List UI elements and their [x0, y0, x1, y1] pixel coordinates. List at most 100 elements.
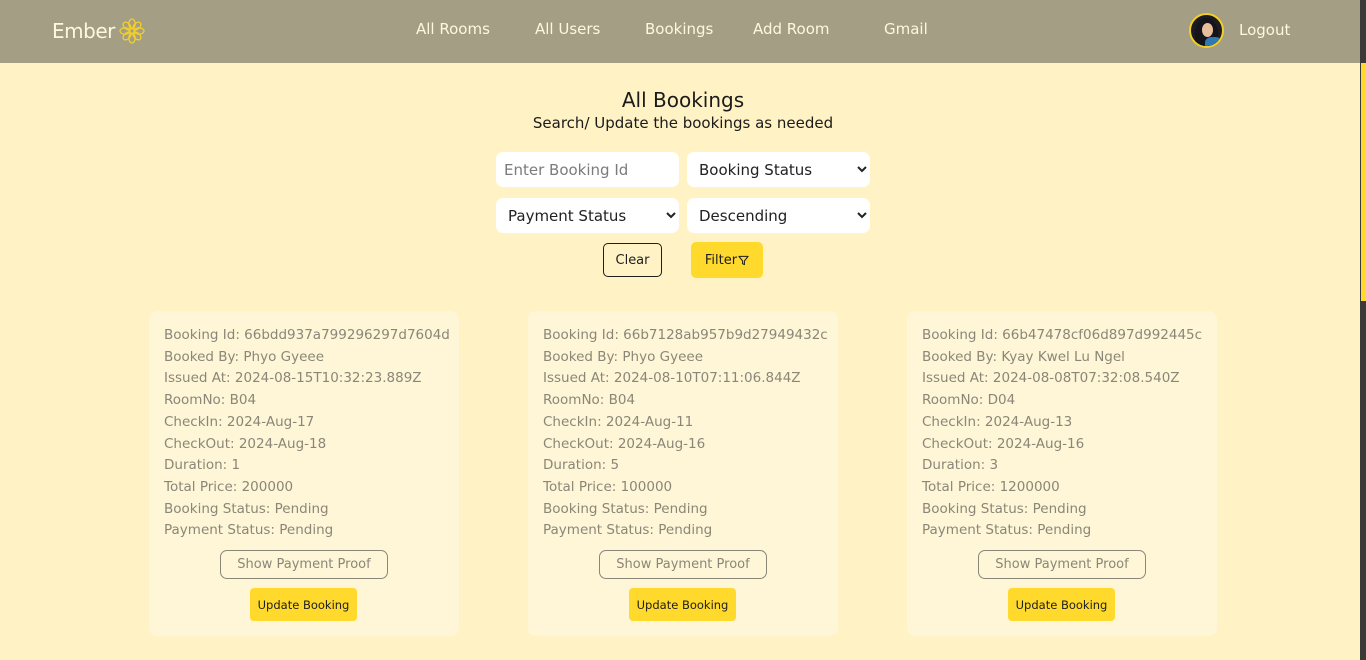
filter-button-label: Filter: [704, 252, 738, 268]
show-payment-proof-button[interactable]: Show Payment Proof: [599, 550, 767, 579]
booking-room-no-label: RoomNo:: [543, 392, 609, 409]
booking-booking-id-line: Booking Id: 66b47478cf06d897d992445c: [922, 327, 1202, 343]
booking-check-in-label: CheckIn:: [164, 413, 227, 430]
booking-issued-at-label: Issued At:: [922, 370, 993, 387]
booking-check-out-line: CheckOut: 2024-Aug-16: [543, 436, 705, 452]
booking-duration-line: Duration: 3: [922, 457, 998, 473]
booking-check-out-value: 2024-Aug-18: [238, 435, 327, 452]
booking-payment-status-label: Payment Status:: [543, 522, 659, 539]
mandala-flower-icon: [119, 18, 145, 44]
booking-issued-at-value: 2024-08-15T10:32:23.889Z: [234, 370, 422, 387]
booking-status-select[interactable]: Booking Status: [687, 152, 870, 187]
booking-room-no-line: RoomNo: B04: [164, 392, 256, 408]
booking-id-input[interactable]: [496, 152, 679, 187]
nav-bookings[interactable]: Bookings: [645, 20, 713, 38]
booking-booking-id-value: 66b7128ab957b9d27949432c: [623, 327, 828, 343]
booking-check-out-line: CheckOut: 2024-Aug-16: [922, 436, 1084, 452]
booking-booked-by-value: Kyay Kwel Lu Ngel: [1001, 348, 1125, 365]
booking-booking-id-value: 66bdd937a799296297d7604d: [244, 327, 450, 343]
nav-gmail[interactable]: Gmail: [884, 20, 928, 38]
show-payment-proof-button[interactable]: Show Payment Proof: [220, 550, 388, 579]
booking-payment-status-line: Payment Status: Pending: [922, 522, 1091, 538]
booking-check-out-value: 2024-Aug-16: [996, 435, 1085, 452]
booking-booked-by-value: Phyo Gyeee: [243, 348, 325, 365]
booking-total-price-label: Total Price:: [922, 478, 1000, 495]
booking-booking-status-value: Pending: [1032, 500, 1087, 517]
user-avatar[interactable]: [1189, 13, 1224, 48]
funnel-icon: [738, 255, 749, 265]
booking-booked-by-label: Booked By:: [164, 348, 244, 365]
booking-duration-line: Duration: 1: [164, 457, 240, 473]
booking-payment-status-line: Payment Status: Pending: [543, 522, 712, 538]
nav-all-users[interactable]: All Users: [535, 20, 600, 38]
booking-room-no-line: RoomNo: D04: [922, 392, 1015, 408]
booking-booked-by-label: Booked By:: [543, 348, 623, 365]
booking-issued-at-value: 2024-08-08T07:32:08.540Z: [992, 370, 1180, 387]
booking-check-out-label: CheckOut:: [164, 435, 239, 452]
booking-check-in-label: CheckIn:: [922, 413, 985, 430]
clear-button[interactable]: Clear: [603, 243, 662, 277]
booking-check-in-value: 2024-Aug-13: [984, 413, 1073, 430]
booking-duration-value: 5: [610, 457, 620, 474]
booking-duration-value: 1: [231, 457, 241, 474]
nav-add-room[interactable]: Add Room: [753, 20, 830, 38]
booking-check-in-value: 2024-Aug-17: [226, 413, 315, 430]
booking-issued-at-line: Issued At: 2024-08-08T07:32:08.540Z: [922, 370, 1180, 386]
show-payment-proof-button[interactable]: Show Payment Proof: [978, 550, 1146, 579]
booking-total-price-value: 200000: [241, 478, 294, 495]
booking-duration-line: Duration: 5: [543, 457, 619, 473]
booking-booking-status-label: Booking Status:: [164, 500, 275, 517]
booking-check-out-value: 2024-Aug-16: [617, 435, 706, 452]
booking-card: Booking Id: 66b7128ab957b9d27949432c Book…: [528, 311, 838, 636]
booking-duration-label: Duration:: [543, 457, 611, 474]
booking-issued-at-line: Issued At: 2024-08-15T10:32:23.889Z: [164, 370, 422, 386]
logout-link[interactable]: Logout: [1239, 21, 1290, 39]
booking-check-in-line: CheckIn: 2024-Aug-17: [164, 414, 314, 430]
top-navbar: Ember All Rooms All Users Bookings Add R…: [0, 0, 1366, 63]
brand-logo[interactable]: Ember: [52, 17, 146, 45]
booking-booked-by-line: Booked By: Phyo Gyeee: [164, 349, 324, 365]
booking-check-in-line: CheckIn: 2024-Aug-13: [922, 414, 1072, 430]
booking-total-price-line: Total Price: 200000: [164, 479, 293, 495]
booking-room-no-value: B04: [229, 392, 257, 409]
booking-issued-at-label: Issued At:: [543, 370, 614, 387]
booking-booking-status-value: Pending: [653, 500, 708, 517]
booking-duration-value: 3: [989, 457, 999, 474]
page-subtitle: Search/ Update the bookings as needed: [532, 114, 834, 132]
booking-booked-by-value: Phyo Gyeee: [622, 348, 704, 365]
booking-payment-status-label: Payment Status:: [164, 522, 280, 539]
booking-payment-status-line: Payment Status: Pending: [164, 522, 333, 538]
booking-booking-id-value: 66b47478cf06d897d992445c: [1002, 327, 1203, 343]
brand-name: Ember: [52, 19, 115, 43]
booking-booked-by-line: Booked By: Phyo Gyeee: [543, 349, 703, 365]
booking-issued-at-value: 2024-08-10T07:11:06.844Z: [613, 370, 801, 387]
booking-booked-by-label: Booked By:: [922, 348, 1002, 365]
sort-order-select[interactable]: Descending: [687, 198, 870, 233]
payment-status-select[interactable]: Payment Status: [496, 198, 679, 233]
update-booking-button[interactable]: Update Booking: [250, 588, 357, 621]
filter-button[interactable]: Filter: [691, 242, 763, 278]
booking-booked-by-line: Booked By: Kyay Kwel Lu Ngel: [922, 349, 1125, 365]
booking-room-no-label: RoomNo:: [922, 392, 988, 409]
nav-all-rooms[interactable]: All Rooms: [416, 20, 490, 38]
booking-check-out-line: CheckOut: 2024-Aug-18: [164, 436, 326, 452]
booking-booking-status-value: Pending: [274, 500, 329, 517]
booking-total-price-value: 1200000: [999, 478, 1060, 495]
booking-duration-label: Duration:: [164, 457, 232, 474]
booking-booking-status-line: Booking Status: Pending: [922, 501, 1087, 517]
booking-check-in-line: CheckIn: 2024-Aug-11: [543, 414, 693, 430]
page-title: All Bookings: [621, 88, 745, 112]
booking-room-no-value: B04: [608, 392, 636, 409]
booking-booking-id-line: Booking Id: 66bdd937a799296297d7604d: [164, 327, 450, 343]
booking-booking-id-label: Booking Id:: [543, 327, 624, 343]
booking-total-price-line: Total Price: 1200000: [922, 479, 1060, 495]
update-booking-button[interactable]: Update Booking: [629, 588, 736, 621]
booking-duration-label: Duration:: [922, 457, 990, 474]
booking-room-no-value: D04: [987, 392, 1016, 409]
booking-booking-status-line: Booking Status: Pending: [543, 501, 708, 517]
booking-booking-id-line: Booking Id: 66b7128ab957b9d27949432c: [543, 327, 828, 343]
booking-check-in-label: CheckIn:: [543, 413, 606, 430]
update-booking-button[interactable]: Update Booking: [1008, 588, 1115, 621]
booking-room-no-line: RoomNo: B04: [543, 392, 635, 408]
booking-payment-status-value: Pending: [1037, 522, 1092, 539]
